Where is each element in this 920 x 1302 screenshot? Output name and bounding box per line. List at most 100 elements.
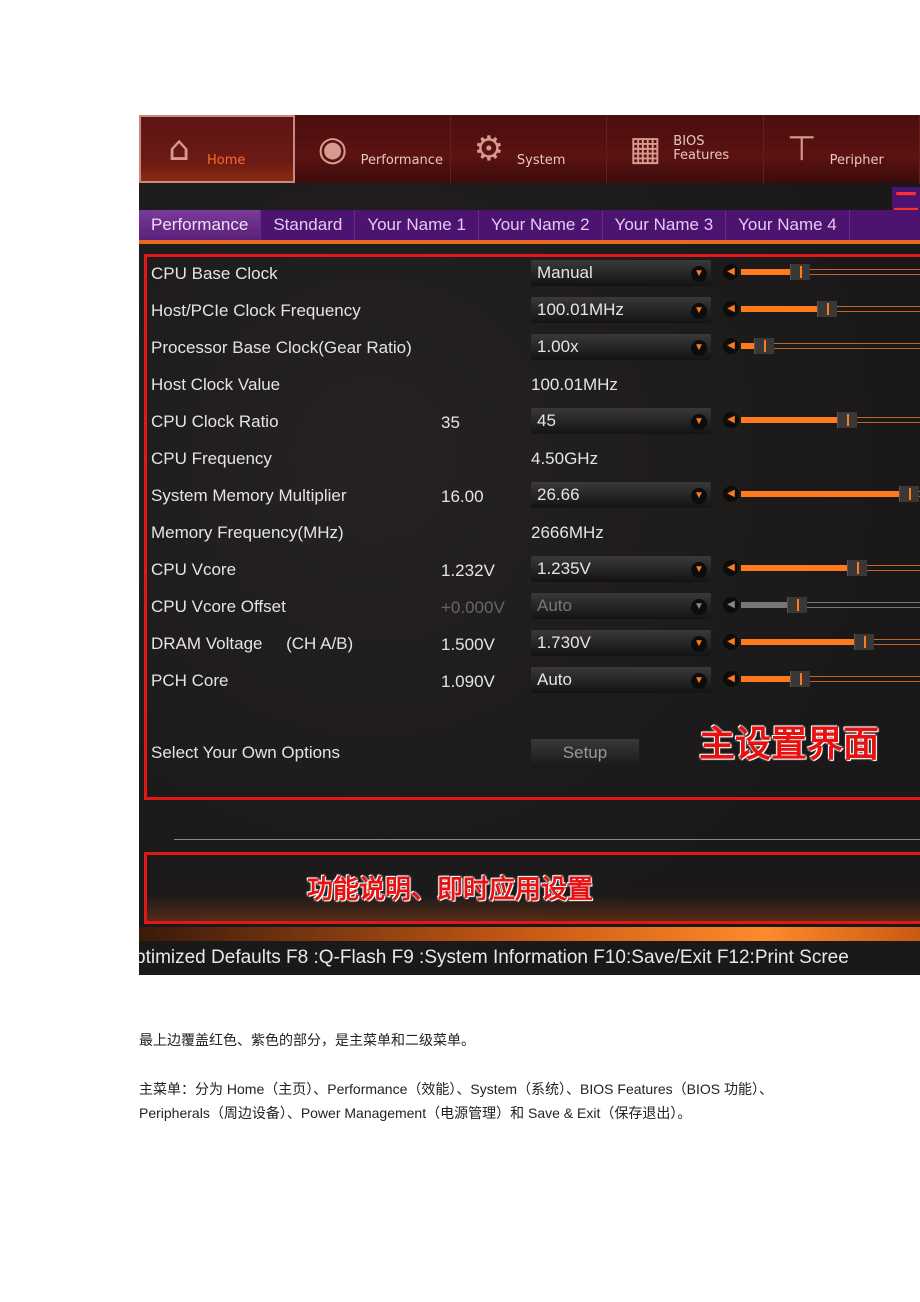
- divider: [174, 839, 920, 840]
- setting-row: CPU Vcore 1.232V 1.235V ▼ ◀: [151, 556, 920, 586]
- chevron-down-icon: ▼: [691, 599, 707, 615]
- menu-item-1[interactable]: ◉ Performance: [295, 115, 451, 183]
- slider-thumb[interactable]: [817, 301, 838, 317]
- setting-label: System Memory Multiplier: [151, 486, 347, 505]
- help-annotation: 功能说明、即时应用设置: [307, 875, 594, 905]
- slider-fill: [741, 565, 847, 571]
- menu-item-2[interactable]: ⚙ System: [451, 115, 608, 183]
- value-slider[interactable]: ◀: [723, 486, 920, 504]
- slider-thumb[interactable]: [790, 671, 811, 687]
- arrow-left-icon: ◀: [723, 301, 739, 317]
- value-dropdown[interactable]: 45 ▼: [531, 408, 711, 434]
- slider-thumb[interactable]: [846, 560, 867, 576]
- value-dropdown[interactable]: 26.66 ▼: [531, 482, 711, 508]
- value-slider[interactable]: ◀: [723, 560, 920, 578]
- sub-tab[interactable]: Your Name 4: [726, 210, 850, 240]
- arrow-left-icon: ◀: [723, 597, 739, 613]
- current-value: 1.500V: [441, 635, 495, 654]
- value-dropdown[interactable]: Auto ▼: [531, 593, 711, 619]
- help-annotation-box: 功能说明、即时应用设置: [144, 852, 920, 924]
- sub-tab[interactable]: Your Name 3: [603, 210, 727, 240]
- slider-fill: [741, 602, 787, 608]
- value-dropdown[interactable]: 1.00x ▼: [531, 334, 711, 360]
- arrow-left-icon: ◀: [723, 560, 739, 576]
- arrow-left-icon: ◀: [723, 486, 739, 502]
- slider-thumb[interactable]: [853, 634, 874, 650]
- value-slider[interactable]: ◀: [723, 338, 920, 356]
- value-dropdown[interactable]: 1.235V ▼: [531, 556, 711, 582]
- dropdown-value: 1.730V: [537, 633, 591, 652]
- slider-thumb[interactable]: [899, 486, 920, 502]
- readonly-value: 2666MHz: [531, 523, 604, 542]
- slider-thumb[interactable]: [786, 597, 807, 613]
- paragraph-2: 主菜单：分为 Home（主页）、Performance（效能）、System（系…: [139, 1081, 773, 1121]
- menu-item-4[interactable]: ⊤ Peripher: [764, 115, 920, 183]
- readonly-value: 4.50GHz: [531, 449, 599, 468]
- plug-icon: ⊤: [786, 129, 817, 169]
- arrow-left-icon: ◀: [723, 634, 739, 650]
- chevron-down-icon: ▼: [691, 266, 707, 282]
- value-slider[interactable]: ◀: [723, 597, 920, 615]
- dropdown-value: 100.01MHz: [537, 300, 624, 319]
- slider-thumb[interactable]: [837, 412, 858, 428]
- sub-tab[interactable]: Standard: [261, 210, 356, 240]
- setting-label: Host/PCIe Clock Frequency: [151, 301, 361, 320]
- value-slider[interactable]: ◀: [723, 412, 920, 430]
- dropdown-value: Manual: [537, 263, 593, 282]
- value-dropdown[interactable]: 1.730V ▼: [531, 630, 711, 656]
- menu-item-0[interactable]: ⌂ Home: [139, 115, 295, 183]
- setting-label: Memory Frequency(MHz): [151, 523, 344, 542]
- chevron-down-icon: ▼: [691, 636, 707, 652]
- current-value: 1.090V: [441, 672, 495, 691]
- arrow-left-icon: ◀: [723, 338, 739, 354]
- dropdown-value: 1.00x: [537, 337, 579, 356]
- setting-label: CPU Vcore Offset: [151, 597, 286, 616]
- sub-tab[interactable]: Your Name 2: [479, 210, 603, 240]
- setting-label: CPU Frequency: [151, 449, 272, 468]
- house-icon: ⌂: [168, 129, 190, 169]
- value-dropdown[interactable]: Auto ▼: [531, 667, 711, 693]
- setting-row: CPU Vcore Offset +0.000V Auto ▼ ◀: [151, 593, 920, 623]
- current-value: +0.000V: [441, 598, 505, 617]
- setting-row: Processor Base Clock(Gear Ratio) 1.00x ▼ ◀: [151, 334, 920, 364]
- setting-row: CPU Frequency 4.50GHz: [151, 445, 920, 475]
- chevron-down-icon: ▼: [691, 562, 707, 578]
- value-slider[interactable]: ◀: [723, 264, 920, 282]
- chevron-down-icon: ▼: [691, 303, 707, 319]
- chevron-down-icon: ▼: [691, 673, 707, 689]
- menu-label: System: [516, 153, 566, 168]
- chevron-down-icon: ▼: [691, 340, 707, 356]
- value-slider[interactable]: ◀: [723, 301, 920, 319]
- glow-bar: [139, 927, 920, 941]
- chevron-down-icon: ▼: [691, 488, 707, 504]
- arrow-left-icon: ◀: [723, 412, 739, 428]
- slider-fill: [741, 343, 754, 349]
- setting-label: DRAM Voltage (CH A/B): [151, 634, 354, 653]
- arrow-left-icon: ◀: [723, 671, 739, 687]
- setting-label: CPU Vcore: [151, 560, 237, 579]
- value-slider[interactable]: ◀: [723, 634, 920, 652]
- slider-thumb[interactable]: [753, 338, 774, 354]
- hotkey-footer: ptimized Defaults F8 :Q-Flash F9 :System…: [139, 947, 849, 968]
- bios-screenshot: ⌂ Home ◉ Performance ⚙ System ▦ BIOS Features ⊤ P…: [139, 115, 920, 975]
- sub-tab[interactable]: Performance: [139, 210, 262, 240]
- menu-label: BIOS Features: [673, 134, 730, 163]
- sub-menu: Performance Standard Your Name 1 Your Name …: [139, 210, 920, 244]
- setting-label: Host Clock Value: [151, 375, 281, 394]
- value-slider[interactable]: ◀: [723, 671, 920, 689]
- main-menu: ⌂ Home ◉ Performance ⚙ System ▦ BIOS Features ⊤ P…: [139, 115, 920, 183]
- setup-button[interactable]: Setup: [531, 739, 639, 767]
- gauge-icon: ◉: [317, 129, 348, 169]
- setting-row: PCH Core 1.090V Auto ▼ ◀: [151, 667, 920, 697]
- value-dropdown[interactable]: 100.01MHz ▼: [531, 297, 711, 323]
- dropdown-value: 45: [537, 411, 556, 430]
- menu-item-3[interactable]: ▦ BIOS Features: [607, 115, 764, 183]
- setting-row: Host/PCIe Clock Frequency 100.01MHz ▼ ◀: [151, 297, 920, 327]
- menu-label: Home: [207, 153, 246, 168]
- setting-row: DRAM Voltage (CH A/B) 1.500V 1.730V ▼ ◀: [151, 630, 920, 660]
- slider-thumb[interactable]: [790, 264, 811, 280]
- chevron-down-icon: ▼: [691, 414, 707, 430]
- sub-tab[interactable]: Your Name 1: [355, 210, 479, 240]
- slider-fill: [741, 306, 818, 312]
- value-dropdown[interactable]: Manual ▼: [531, 260, 711, 286]
